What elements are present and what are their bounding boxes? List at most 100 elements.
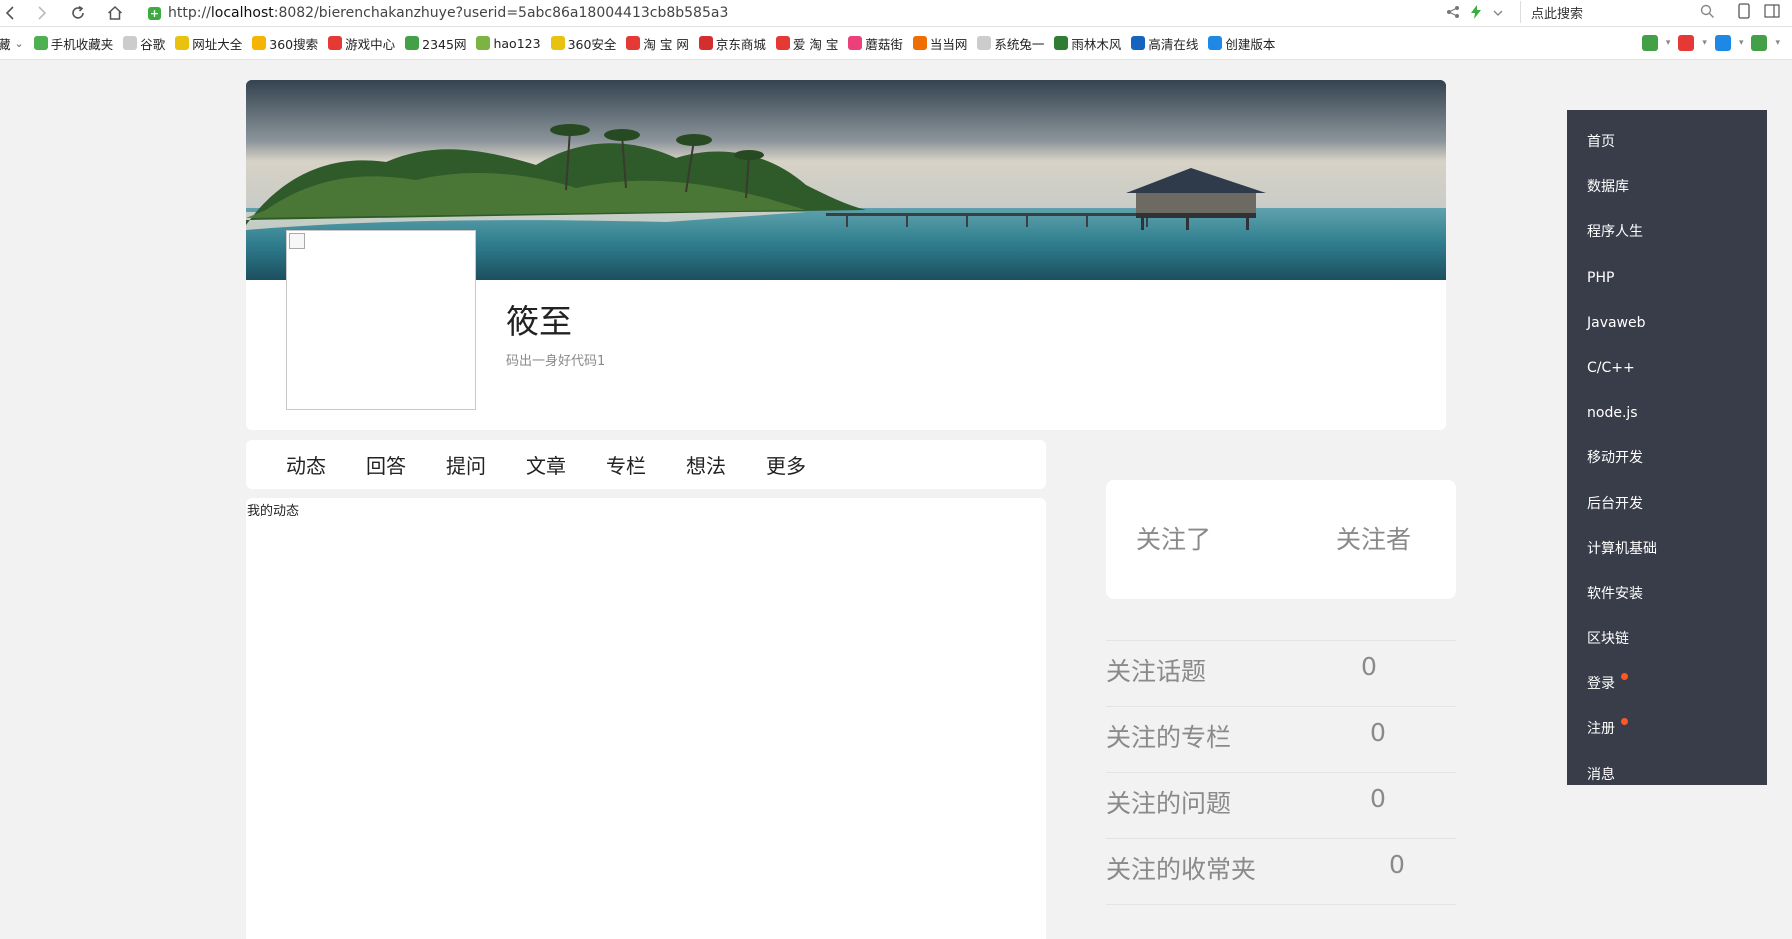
url-prefix: http:// [168, 5, 211, 21]
followers-link[interactable]: 关注者 [1336, 520, 1411, 556]
bookmark-item[interactable]: 藏 ⌄ [0, 34, 24, 53]
bookmark-item[interactable]: 360安全 [550, 34, 616, 53]
menu-item-label: 登录 [1587, 676, 1615, 693]
menu-item[interactable]: 软件安装 [1567, 574, 1767, 619]
stat-row[interactable]: 关注的问题 0 [1106, 772, 1456, 826]
bookmark-item[interactable]: 手机收藏夹 [33, 34, 114, 53]
stat-row[interactable]: 关注话题 0 [1106, 640, 1456, 694]
tab-item[interactable]: 动态 [286, 450, 326, 479]
page-icon [977, 36, 992, 50]
gamepad-icon[interactable] [1751, 35, 1768, 51]
menu-item[interactable]: node.js [1567, 393, 1767, 438]
menu-item[interactable]: 计算机基础 [1567, 529, 1767, 574]
chevron-down-icon[interactable]: ▾ [1775, 38, 1780, 48]
bookmark-item[interactable]: 爱 淘 宝 [775, 34, 838, 53]
menu-item-label: 计算机基础 [1587, 540, 1657, 557]
tab-item[interactable]: 回答 [366, 450, 406, 479]
menu-item[interactable]: 首页 [1567, 122, 1767, 167]
secure-icon: + [148, 6, 161, 20]
menu-item[interactable]: 数据库 [1567, 167, 1767, 212]
back-icon[interactable] [0, 2, 22, 24]
stat-row[interactable]: 关注的收常夹 0 [1106, 838, 1456, 892]
bookmark-label: 手机收藏夹 [50, 36, 114, 52]
menu-item-label: 移动开发 [1587, 450, 1643, 467]
bookmark-item[interactable]: hao123 [476, 36, 541, 51]
menu-item[interactable]: 移动开发 [1567, 438, 1767, 483]
menu-item[interactable]: 区块链 [1567, 619, 1767, 664]
bookmark-label: 游戏中心 [345, 36, 396, 52]
taobao-icon [626, 36, 641, 50]
jd-icon [698, 36, 713, 50]
bookmark-item[interactable]: 蘑菇街 [848, 34, 903, 53]
avatar[interactable] [286, 230, 476, 410]
home-icon[interactable] [104, 2, 126, 24]
tab-item[interactable]: 提问 [446, 450, 486, 479]
menu-item[interactable]: 消息 [1567, 755, 1767, 800]
tab-item[interactable]: 想法 [686, 450, 726, 479]
menu-item[interactable]: 登录 [1567, 664, 1767, 709]
device-icon[interactable] [1738, 3, 1750, 23]
tab-item[interactable]: 文章 [526, 450, 566, 479]
bookmark-label: 蘑菇街 [865, 36, 903, 52]
panel-icon[interactable] [1764, 3, 1780, 23]
activity-feed: 我的动态 [246, 498, 1046, 939]
menu-item[interactable]: 注册 [1567, 709, 1767, 754]
cut-icon[interactable] [1678, 35, 1695, 51]
url-field[interactable]: + http://localhost:8082/bierenchakanzhuy… [148, 1, 1438, 25]
menu-item[interactable]: 程序人生 [1567, 212, 1767, 257]
bookmark-label: 高清在线 [1148, 36, 1199, 52]
bookmark-item[interactable]: 网址大全 [175, 34, 242, 53]
chevron-down-icon[interactable] [1492, 4, 1504, 23]
menu-item[interactable]: 后台开发 [1567, 484, 1767, 529]
bookmark-item[interactable]: 高清在线 [1131, 34, 1198, 53]
tab-item[interactable]: 专栏 [606, 450, 646, 479]
share-icon[interactable] [1446, 4, 1460, 23]
bookmark-item[interactable]: 系统兔一 [977, 34, 1044, 53]
search-input[interactable]: 点此搜索 [1520, 1, 1721, 23]
feed-title: 我的动态 [247, 504, 300, 519]
chevron-down-icon[interactable]: ▾ [1739, 38, 1744, 48]
forward-icon[interactable] [30, 2, 52, 24]
tab-item[interactable]: 更多 [766, 450, 806, 479]
bookmark-item[interactable]: 创建版本 [1208, 34, 1275, 53]
search-icon[interactable] [1700, 4, 1715, 23]
lightning-icon[interactable] [1470, 4, 1482, 23]
zoom-icon[interactable] [1714, 35, 1731, 51]
menu-item[interactable]: C/C++ [1567, 348, 1767, 393]
translate-icon[interactable] [1641, 35, 1658, 51]
menu-item[interactable]: Javaweb [1567, 303, 1767, 348]
stat-row[interactable]: 关注的专栏 0 [1106, 706, 1456, 760]
bookmark-item[interactable]: 当当网 [912, 34, 968, 53]
bookmark-label: 雨林木风 [1071, 36, 1122, 52]
bookmark-item[interactable]: 淘 宝 网 [626, 34, 689, 53]
menu-item-label: node.js [1587, 405, 1638, 422]
bookmark-label: 京东商城 [715, 36, 766, 52]
sites-icon [175, 36, 190, 50]
bookmark-item[interactable]: 360搜索 [252, 34, 318, 53]
bookmark-item[interactable]: 谷歌 [123, 34, 165, 53]
aitaobao-icon [775, 36, 790, 50]
chevron-down-icon[interactable]: ▾ [1666, 38, 1671, 48]
bookmark-item[interactable]: 雨林木风 [1054, 34, 1121, 53]
chevron-down-icon[interactable]: ▾ [1702, 38, 1707, 48]
bookmark-item[interactable]: 2345网 [405, 34, 466, 53]
bookmark-label: 谷歌 [140, 36, 166, 52]
2345-icon [405, 36, 420, 50]
search360-icon [252, 36, 267, 50]
profile-tabs: 动态 回答 提问 文章 专栏 想法 更多 [246, 440, 1046, 489]
bookmark-item[interactable]: 游戏中心 [328, 34, 395, 53]
bookmark-item[interactable]: 京东商城 [698, 34, 766, 53]
notification-dot [1621, 718, 1628, 726]
following-link[interactable]: 关注了 [1136, 520, 1211, 556]
menu-item-label: 软件安装 [1587, 585, 1643, 602]
menu-item-label: PHP [1587, 269, 1615, 286]
menu-item-label: 注册 [1587, 721, 1615, 738]
menu-item-label: 区块链 [1587, 631, 1629, 648]
stat-label: 关注的问题 [1106, 789, 1232, 818]
stat-value: 0 [1361, 652, 1377, 681]
chevron-down-icon[interactable]: ⌄ [15, 37, 24, 50]
bookmark-label: 当当网 [929, 36, 968, 52]
stat-value: 0 [1370, 718, 1386, 747]
reload-icon[interactable] [67, 2, 89, 24]
menu-item[interactable]: PHP [1567, 258, 1767, 303]
